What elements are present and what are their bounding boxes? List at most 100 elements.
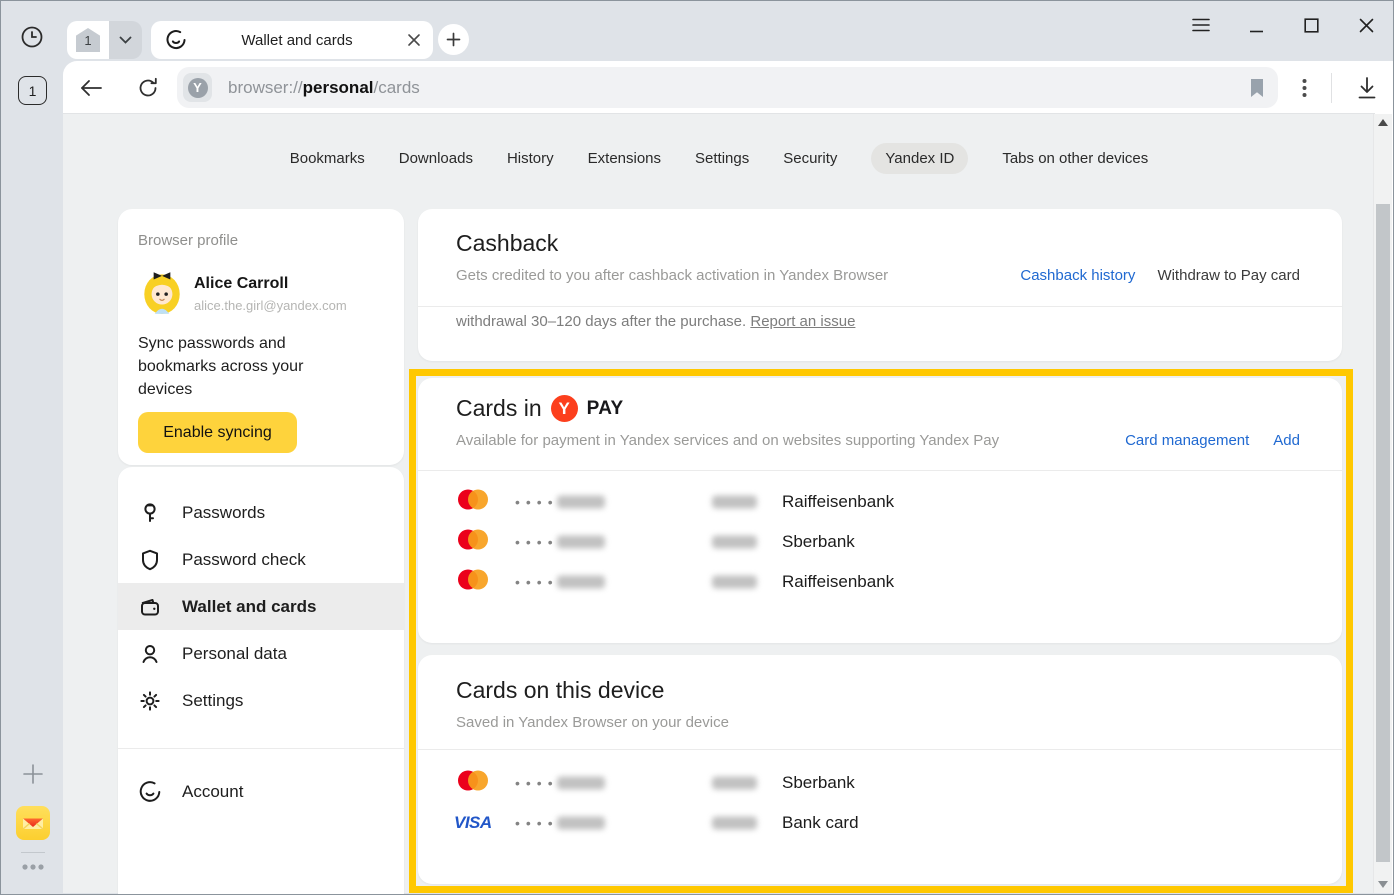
card-number-blurred xyxy=(557,576,605,589)
card-row[interactable]: •••• Sberbank xyxy=(418,763,1342,803)
rail-more-icon[interactable] xyxy=(19,859,47,875)
tab-close-icon[interactable] xyxy=(407,33,421,47)
profile-section-label: Browser profile xyxy=(138,232,238,249)
sidebar-item-account[interactable]: Account xyxy=(118,768,404,816)
scrollbar-thumb[interactable] xyxy=(1376,204,1390,862)
add-card-link[interactable]: Add xyxy=(1273,432,1300,449)
cashback-divider xyxy=(418,306,1342,307)
rail-divider xyxy=(21,852,45,853)
window-minimize-button[interactable] xyxy=(1243,12,1269,38)
shield-icon xyxy=(138,548,162,572)
scrollbar-down-icon[interactable] xyxy=(1378,881,1388,888)
visa-icon: VISA xyxy=(454,813,492,833)
sidebar-item-personal-data[interactable]: Personal data xyxy=(118,630,404,677)
profile-email: alice.the.girl@yandex.com xyxy=(194,298,347,313)
ypay-subtitle: Available for payment in Yandex services… xyxy=(456,432,1125,449)
card-row[interactable]: •••• Sberbank xyxy=(418,522,1342,562)
sidebar-item-password-check[interactable]: Password check xyxy=(118,536,404,583)
device-cards-subtitle: Saved in Yandex Browser on your device xyxy=(456,714,729,731)
url-path: /cards xyxy=(374,78,420,97)
mastercard-icon xyxy=(456,529,490,556)
profile-name: Alice Carroll xyxy=(194,275,288,293)
key-icon xyxy=(138,501,162,525)
sidebar-item-label: Passwords xyxy=(182,503,265,523)
cashback-note: withdrawal 30–120 days after the purchas… xyxy=(456,313,855,330)
nav-security[interactable]: Security xyxy=(783,150,837,167)
tab-group-expand[interactable] xyxy=(109,21,142,59)
downloads-button[interactable] xyxy=(1352,73,1382,103)
menu-hamburger-icon[interactable] xyxy=(1188,12,1214,38)
tab-title: Wallet and cards xyxy=(187,32,407,49)
sidebar-item-settings[interactable]: Settings xyxy=(118,677,404,724)
card-dots: •••• xyxy=(515,815,559,831)
sync-description: Sync passwords and bookmarks across your… xyxy=(138,332,338,401)
ypay-cards-card: Cards in Y PAY Available for payment in … xyxy=(418,378,1342,643)
avatar[interactable] xyxy=(137,266,187,316)
new-tab-button[interactable] xyxy=(438,24,469,55)
card-row[interactable]: •••• Raiffeisenbank xyxy=(418,482,1342,522)
yandex-mail-icon[interactable] xyxy=(16,806,50,840)
card-management-link[interactable]: Card management xyxy=(1125,432,1249,449)
pay-wordmark: PAY xyxy=(587,398,624,420)
nav-history[interactable]: History xyxy=(507,150,554,167)
sidebar-item-label: Password check xyxy=(182,550,306,570)
rail-add-panel-icon[interactable] xyxy=(20,761,46,787)
url-text[interactable]: browser://personal/cards xyxy=(228,78,1248,98)
mastercard-icon xyxy=(456,489,490,516)
card-bank: Bank card xyxy=(782,813,859,833)
rail-tabs-counter[interactable]: 1 xyxy=(18,76,47,105)
bookmark-icon[interactable] xyxy=(1248,78,1266,98)
tab-group[interactable]: 1 xyxy=(67,21,142,59)
toolbar-more-icon[interactable] xyxy=(1292,74,1316,102)
card-dots: •••• xyxy=(515,775,559,791)
rail-tab-count: 1 xyxy=(29,83,37,99)
card-expiry-blurred xyxy=(712,817,757,830)
nav-yandex-id-active[interactable]: Yandex ID xyxy=(871,143,968,174)
card-dots: •••• xyxy=(515,574,559,590)
back-button[interactable] xyxy=(77,74,105,102)
card-row[interactable]: VISA •••• Bank card xyxy=(418,803,1342,843)
scrollbar[interactable] xyxy=(1373,114,1392,893)
cashback-subtitle: Gets credited to you after cashback acti… xyxy=(456,267,1020,284)
card-row[interactable]: •••• Raiffeisenbank xyxy=(418,562,1342,602)
nav-tabs-other-devices[interactable]: Tabs on other devices xyxy=(1002,150,1148,167)
cashback-note-text: withdrawal 30–120 days after the purchas… xyxy=(456,313,746,330)
window-maximize-button[interactable] xyxy=(1298,12,1324,38)
sidebar-item-label: Settings xyxy=(182,691,243,711)
history-clock-icon[interactable] xyxy=(20,25,44,49)
device-divider xyxy=(418,749,1342,750)
device-cards-title: Cards on this device xyxy=(456,677,664,704)
toolbar-divider xyxy=(1331,73,1332,103)
card-number-blurred xyxy=(557,496,605,509)
withdraw-to-pay-card-link[interactable]: Withdraw to Pay card xyxy=(1157,267,1300,284)
tab-group-badge[interactable]: 1 xyxy=(67,21,109,59)
sidebar-item-passwords[interactable]: Passwords xyxy=(118,489,404,536)
report-an-issue-link[interactable]: Report an issue xyxy=(750,313,855,330)
nav-extensions[interactable]: Extensions xyxy=(588,150,661,167)
cashback-history-link[interactable]: Cashback history xyxy=(1020,267,1135,284)
nav-settings[interactable]: Settings xyxy=(695,150,749,167)
scrollbar-up-icon[interactable] xyxy=(1378,119,1388,126)
nav-downloads[interactable]: Downloads xyxy=(399,150,473,167)
gear-icon xyxy=(138,689,162,713)
window-close-button[interactable] xyxy=(1353,12,1379,38)
settings-nav: Bookmarks Downloads History Extensions S… xyxy=(63,143,1375,174)
card-expiry-blurred xyxy=(712,536,757,549)
person-icon xyxy=(138,642,162,666)
sidebar-item-label: Personal data xyxy=(182,644,287,664)
url-host: personal xyxy=(303,78,374,97)
card-bank: Raiffeisenbank xyxy=(782,572,894,592)
cashback-card: Cashback Gets credited to you after cash… xyxy=(418,209,1342,361)
site-icon[interactable]: Y xyxy=(183,73,212,102)
ypay-title-prefix: Cards in xyxy=(456,395,542,422)
enable-syncing-button[interactable]: Enable syncing xyxy=(138,412,297,453)
card-number-blurred xyxy=(557,777,605,790)
browser-tab[interactable]: Wallet and cards xyxy=(151,21,433,59)
sidebar-item-wallet-and-cards[interactable]: Wallet and cards xyxy=(118,583,404,630)
ypay-divider xyxy=(418,470,1342,471)
reload-button[interactable] xyxy=(134,74,162,102)
card-expiry-blurred xyxy=(712,496,757,509)
nav-bookmarks[interactable]: Bookmarks xyxy=(290,150,365,167)
address-bar[interactable]: Y browser://personal/cards xyxy=(177,67,1278,108)
card-bank: Raiffeisenbank xyxy=(782,492,894,512)
